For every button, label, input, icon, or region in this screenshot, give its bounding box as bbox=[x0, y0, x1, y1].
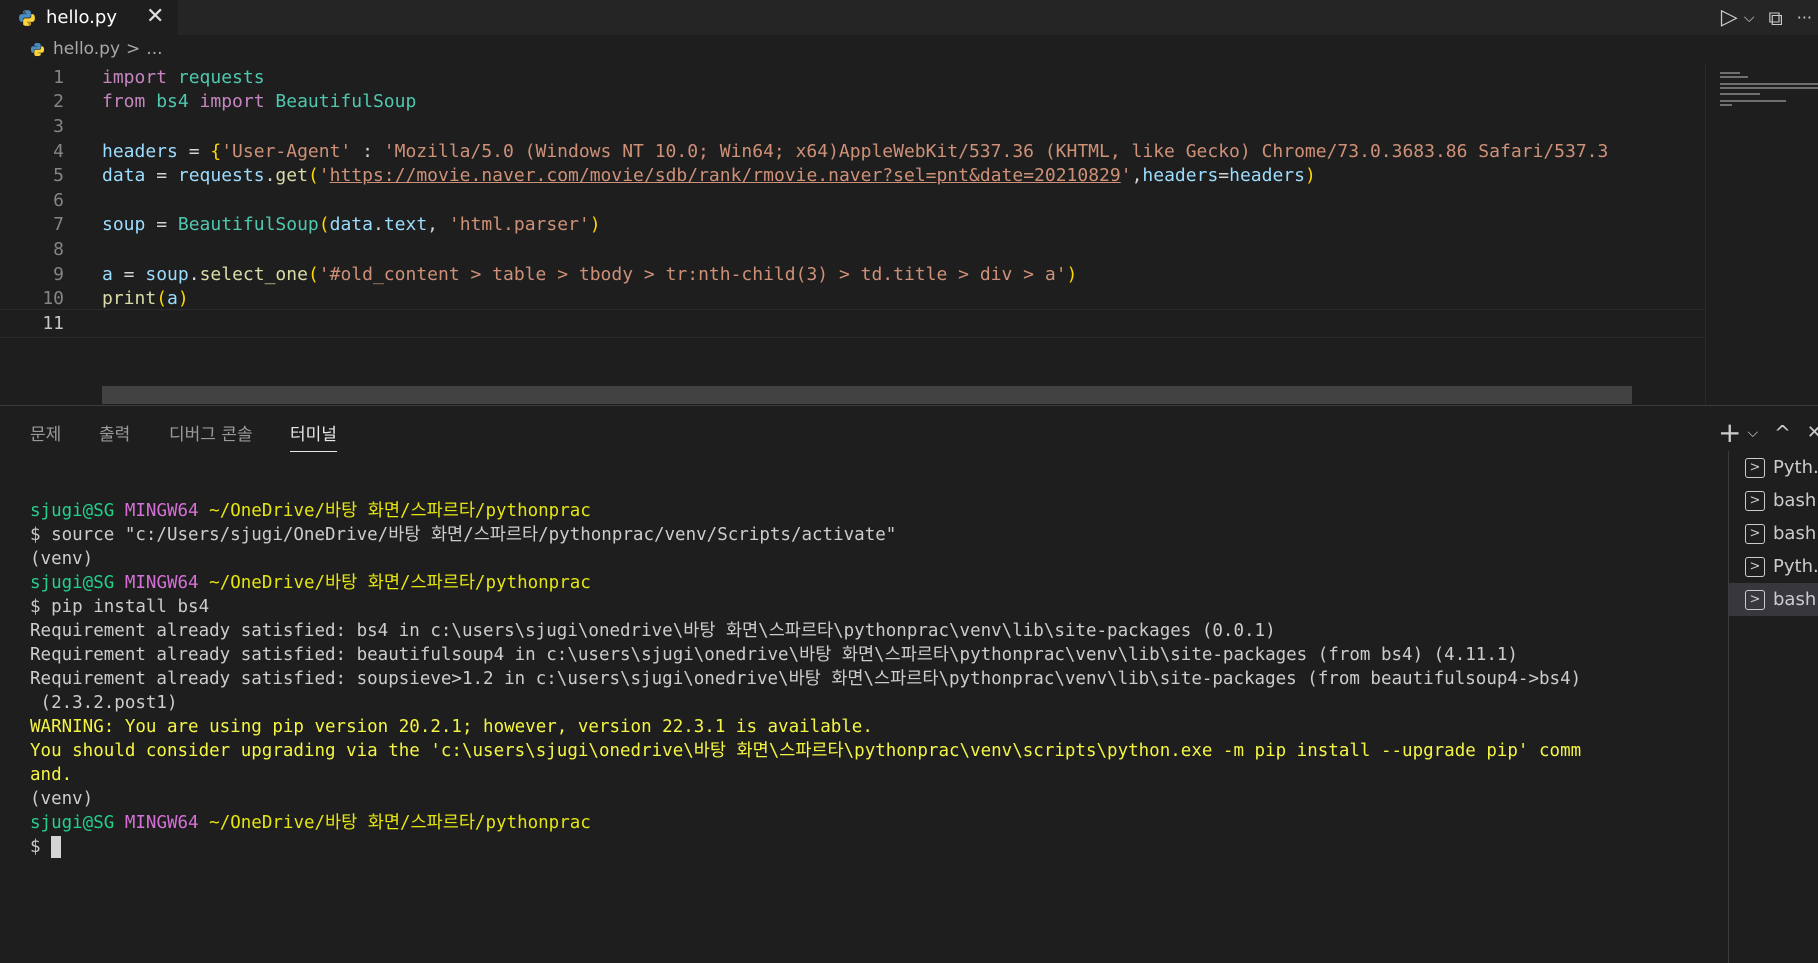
terminal-list-item[interactable]: > bash bbox=[1729, 484, 1818, 517]
line-number: 7 bbox=[53, 214, 64, 236]
current-code-line: 11 bbox=[0, 309, 1705, 338]
horizontal-scrollbar[interactable] bbox=[102, 386, 1632, 404]
panel-actions: + ⌵ ^ ✕ bbox=[1718, 416, 1818, 449]
tab-debug-console[interactable]: 디버그 콘솔 bbox=[169, 420, 253, 451]
minimap-line bbox=[1720, 100, 1786, 102]
code-text: data = requests.get('https://movie.naver… bbox=[102, 165, 1316, 187]
line-number: 4 bbox=[53, 140, 64, 162]
terminal-list-label: Pyth... bbox=[1773, 457, 1818, 478]
bottom-panel: 문제 출력 디버그 콘솔 터미널 + ⌵ ^ ✕ sjugi@SG MINGW6… bbox=[0, 405, 1818, 963]
terminal-list-label: Pyth... bbox=[1773, 556, 1818, 577]
tab-terminal[interactable]: 터미널 bbox=[290, 420, 337, 452]
terminal-prompt: sjugi@SG MINGW64 ~/OneDrive/바탕 화면/스파르타/p… bbox=[30, 813, 591, 833]
python-file-icon bbox=[19, 9, 35, 26]
line-number: 3 bbox=[53, 115, 64, 137]
code-text: a = soup.select_one('#old_content > tabl… bbox=[102, 263, 1078, 285]
editor-actions: ▷ ⌵ ⧉ ··· bbox=[1721, 0, 1818, 35]
terminal-input-line[interactable]: $ bbox=[30, 836, 62, 858]
tab-hello-py[interactable]: hello.py ✕ bbox=[0, 0, 178, 35]
terminal-list-label: bash bbox=[1773, 589, 1817, 610]
terminal-prompt: sjugi@SG MINGW64 ~/OneDrive/바탕 화면/스파르타/p… bbox=[30, 573, 591, 593]
tab-close-icon[interactable]: ✕ bbox=[146, 4, 164, 29]
line-number: 8 bbox=[53, 238, 64, 260]
run-icon[interactable]: ▷ bbox=[1721, 5, 1738, 30]
terminal-icon: > bbox=[1745, 589, 1765, 610]
terminal-icon: > bbox=[1745, 523, 1765, 544]
tab-output[interactable]: 출력 bbox=[99, 420, 130, 451]
minimap-line bbox=[1720, 76, 1748, 78]
terminal-venv: (venv) bbox=[30, 789, 94, 809]
line-number: 1 bbox=[53, 66, 64, 88]
more-actions-icon[interactable]: ··· bbox=[1797, 8, 1812, 27]
breadcrumb: hello.py > ... bbox=[0, 35, 1818, 63]
terminal-warning: You should consider upgrading via the 'c… bbox=[30, 741, 1582, 761]
breadcrumb-symbols[interactable]: ... bbox=[146, 39, 162, 59]
line-number: 6 bbox=[53, 189, 64, 211]
terminal-list-item[interactable]: > Pyth... bbox=[1729, 550, 1818, 583]
terminal-list-label: bash bbox=[1773, 490, 1817, 511]
terminal-output-line: Requirement already satisfied: bs4 in c:… bbox=[30, 621, 1276, 641]
terminal-command: $ pip install bs4 bbox=[30, 597, 210, 617]
line-number: 2 bbox=[53, 91, 64, 113]
terminal-list-label: bash bbox=[1773, 523, 1817, 544]
terminal-command: $ source "c:/Users/sjugi/OneDrive/바탕 화면/… bbox=[30, 525, 897, 545]
new-terminal-icon[interactable]: + bbox=[1718, 416, 1741, 449]
terminal-icon: > bbox=[1745, 490, 1765, 511]
code-editor[interactable]: 1 import requests 2 from bs4 import Beau… bbox=[0, 63, 1818, 405]
minimap-line bbox=[1720, 87, 1818, 89]
code-text: import requests bbox=[102, 66, 265, 88]
tab-problems[interactable]: 문제 bbox=[30, 420, 61, 451]
terminal-cursor bbox=[51, 836, 62, 858]
breadcrumb-file[interactable]: hello.py bbox=[53, 39, 120, 59]
minimap[interactable] bbox=[1705, 63, 1818, 405]
terminal-output-line: Requirement already satisfied: beautiful… bbox=[30, 645, 1518, 665]
terminal-output-line: Requirement already satisfied: soupsieve… bbox=[30, 669, 1582, 689]
terminal-list-item-active[interactable]: > bash bbox=[1729, 583, 1818, 616]
terminal-dropdown-icon[interactable]: ⌵ bbox=[1748, 425, 1759, 441]
maximize-panel-icon[interactable]: ^ bbox=[1774, 421, 1791, 445]
terminal-list: > Pyth... > bash > bash > Pyth... > bash bbox=[1728, 451, 1818, 963]
terminal-list-item[interactable]: > Pyth... bbox=[1729, 451, 1818, 484]
minimap-line bbox=[1720, 93, 1760, 95]
terminal-venv: (venv) bbox=[30, 549, 94, 569]
line-number: 11 bbox=[42, 312, 64, 334]
terminal-warning: WARNING: You are using pip version 20.2.… bbox=[30, 717, 873, 737]
terminal-icon: > bbox=[1745, 457, 1765, 478]
line-number: 10 bbox=[42, 288, 64, 310]
code-text: from bs4 import BeautifulSoup bbox=[102, 91, 417, 113]
minimap-line bbox=[1720, 104, 1732, 106]
code-text: headers = {'User-Agent' : 'Mozilla/5.0 (… bbox=[102, 140, 1609, 162]
terminal-icon: > bbox=[1745, 556, 1765, 577]
python-file-icon bbox=[30, 42, 45, 56]
code-text: print(a) bbox=[102, 288, 189, 310]
line-number: 5 bbox=[53, 165, 64, 187]
line-number: 9 bbox=[53, 263, 64, 285]
terminal-output[interactable]: sjugi@SG MINGW64 ~/OneDrive/바탕 화면/스파르타/p… bbox=[30, 499, 1730, 859]
split-editor-icon[interactable]: ⧉ bbox=[1768, 6, 1782, 30]
terminal-output-line: (2.3.2.post1) bbox=[30, 693, 178, 713]
terminal-list-item[interactable]: > bash bbox=[1729, 517, 1818, 550]
editor-tab-bar: hello.py ✕ ▷ ⌵ ⧉ ··· bbox=[0, 0, 1818, 35]
code-text: soup = BeautifulSoup(data.text, 'html.pa… bbox=[102, 214, 601, 236]
run-dropdown-icon[interactable]: ⌵ bbox=[1744, 10, 1755, 26]
terminal-warning: and. bbox=[30, 765, 73, 785]
code-url-link[interactable]: https://movie.naver.com/movie/sdb/rank/r… bbox=[330, 165, 1121, 186]
breadcrumb-separator: > bbox=[126, 39, 141, 59]
minimap-line bbox=[1720, 83, 1818, 85]
terminal-prompt: sjugi@SG MINGW64 ~/OneDrive/바탕 화면/스파르타/p… bbox=[30, 501, 591, 521]
minimap-line bbox=[1720, 72, 1740, 74]
tab-filename: hello.py bbox=[46, 7, 117, 28]
close-panel-icon[interactable]: ✕ bbox=[1807, 422, 1818, 443]
